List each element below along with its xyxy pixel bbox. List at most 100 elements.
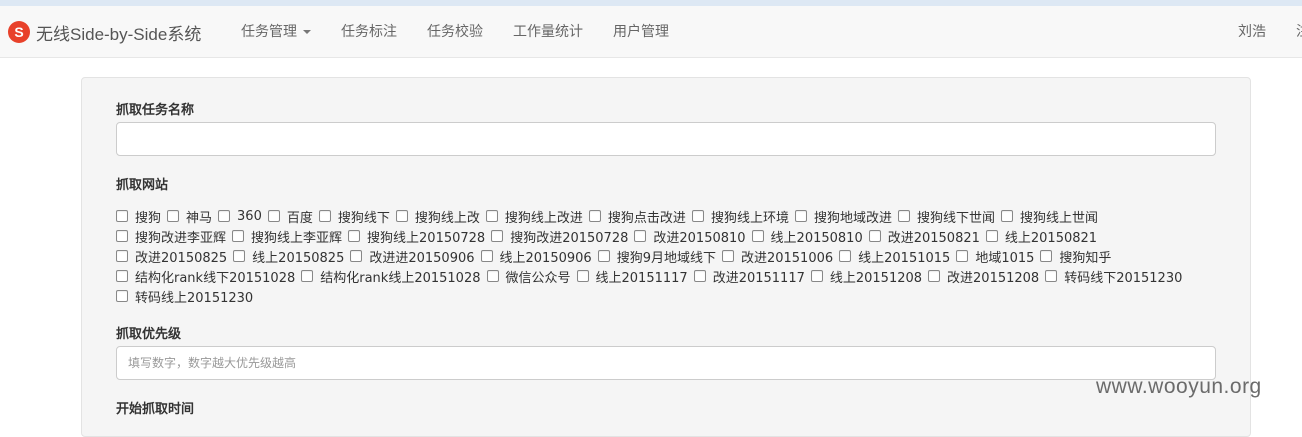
sites-row-1: 搜狗 神马 360 百度 搜狗线下 搜狗线上改 搜狗线上改进 搜狗点击改进 搜狗… bbox=[116, 206, 1104, 226]
site-checkbox[interactable]: 结构化rank线上20151028 bbox=[301, 267, 481, 286]
site-checkbox[interactable]: 线上20150810 bbox=[751, 227, 863, 246]
site-checkbox[interactable]: 搜狗9月地域线下 bbox=[597, 247, 716, 266]
nav-task-verification[interactable]: 任务校验 bbox=[427, 6, 483, 58]
site-checkbox[interactable]: 搜狗 bbox=[116, 207, 161, 226]
checkbox-icon[interactable] bbox=[395, 210, 408, 222]
site-checkbox[interactable]: 转码线上20151230 bbox=[116, 287, 253, 306]
checkbox-icon[interactable] bbox=[486, 270, 499, 282]
checkbox-icon[interactable] bbox=[928, 270, 941, 282]
site-checkbox[interactable]: 线上20150821 bbox=[985, 227, 1097, 246]
checkbox-icon[interactable] bbox=[233, 250, 246, 262]
checkbox-icon[interactable] bbox=[116, 210, 128, 222]
site-label: 搜狗点击改进 bbox=[607, 210, 686, 226]
checkbox-icon[interactable] bbox=[810, 270, 823, 282]
checkbox-icon[interactable] bbox=[634, 230, 647, 242]
site-checkbox[interactable]: 搜狗线上环境 bbox=[691, 207, 789, 226]
checkbox-icon[interactable] bbox=[794, 210, 807, 222]
site-label: 神马 bbox=[186, 210, 213, 226]
checkbox-icon[interactable] bbox=[491, 230, 504, 242]
nav-task-annotation[interactable]: 任务标注 bbox=[341, 6, 397, 58]
checkbox-icon[interactable] bbox=[1045, 270, 1058, 282]
site-checkbox[interactable]: 线上20150825 bbox=[233, 247, 344, 266]
nav-user-management[interactable]: 用户管理 bbox=[613, 6, 669, 58]
site-checkbox[interactable]: 搜狗知乎 bbox=[1040, 247, 1111, 266]
site-label: 改进20150810 bbox=[653, 230, 746, 246]
site-checkbox[interactable]: 搜狗线上改 bbox=[395, 207, 480, 226]
checkbox-icon[interactable] bbox=[485, 210, 498, 222]
site-label: 结构化rank线下20151028 bbox=[135, 270, 296, 286]
checkbox-icon[interactable] bbox=[350, 250, 363, 262]
site-checkbox[interactable]: 线上20151208 bbox=[810, 267, 923, 286]
checkbox-icon[interactable] bbox=[218, 210, 231, 222]
priority-input[interactable]: 填写数字，数字越大优先级越高 bbox=[116, 346, 1216, 380]
checkbox-icon[interactable] bbox=[839, 250, 852, 262]
site-checkbox[interactable]: 搜狗点击改进 bbox=[588, 207, 686, 226]
sites-row-2: 搜狗改进李亚辉 搜狗线上李亚辉 搜狗线上20150728 搜狗改进2015072… bbox=[116, 226, 1103, 246]
site-checkbox[interactable]: 搜狗改进李亚辉 bbox=[116, 227, 226, 246]
site-checkbox[interactable]: 微信公众号 bbox=[486, 267, 571, 286]
site-checkbox[interactable]: 改进20150825 bbox=[116, 247, 227, 266]
checkbox-icon[interactable] bbox=[318, 210, 331, 222]
site-checkbox[interactable]: 神马 bbox=[167, 207, 212, 226]
site-checkbox[interactable]: 结构化rank线下20151028 bbox=[116, 267, 295, 286]
checkbox-icon[interactable] bbox=[116, 270, 128, 282]
task-name-input[interactable] bbox=[116, 122, 1216, 156]
site-checkbox[interactable]: 线上20151015 bbox=[839, 247, 950, 266]
nav-task-management[interactable]: 任务管理 bbox=[241, 6, 311, 58]
checkbox-icon[interactable] bbox=[691, 210, 704, 222]
checkbox-icon[interactable] bbox=[232, 230, 245, 242]
site-checkbox[interactable]: 线上20150906 bbox=[480, 247, 592, 266]
site-label: 改进20151117 bbox=[712, 270, 805, 286]
checkbox-icon[interactable] bbox=[301, 270, 314, 282]
checkbox-icon[interactable] bbox=[721, 250, 734, 262]
site-checkbox[interactable]: 搜狗线上20150728 bbox=[348, 227, 485, 246]
checkbox-icon[interactable] bbox=[480, 250, 493, 262]
site-checkbox[interactable]: 改进20151117 bbox=[693, 267, 805, 286]
checkbox-icon[interactable] bbox=[1000, 210, 1013, 222]
site-checkbox[interactable]: 搜狗地域改进 bbox=[794, 207, 892, 226]
site-checkbox[interactable]: 搜狗线下 bbox=[318, 207, 390, 226]
site-label: 搜狗改进李亚辉 bbox=[135, 230, 227, 246]
site-checkbox[interactable]: 百度 bbox=[267, 207, 313, 226]
brand[interactable]: S 无线Side-by-Side系统 bbox=[8, 6, 201, 58]
site-checkbox[interactable]: 改进20151006 bbox=[721, 247, 833, 266]
checkbox-icon[interactable] bbox=[597, 250, 610, 262]
site-checkbox[interactable]: 搜狗线上改进 bbox=[485, 207, 583, 226]
checkbox-icon[interactable] bbox=[588, 210, 601, 222]
checkbox-icon[interactable] bbox=[576, 270, 589, 282]
site-checkbox[interactable]: 转码线下20151230 bbox=[1045, 267, 1182, 286]
checkbox-icon[interactable] bbox=[985, 230, 998, 242]
site-label: 转码线下20151230 bbox=[1064, 270, 1183, 286]
site-label: 线上20151208 bbox=[829, 270, 923, 286]
site-checkbox[interactable]: 搜狗线下世闻 bbox=[897, 207, 995, 226]
checkbox-icon[interactable] bbox=[751, 230, 764, 242]
nav-workload-stats[interactable]: 工作量统计 bbox=[513, 6, 583, 58]
site-checkbox[interactable]: 改进20150810 bbox=[634, 227, 746, 246]
site-checkbox[interactable]: 改进进20150906 bbox=[350, 247, 475, 266]
site-checkbox[interactable]: 改进20150821 bbox=[868, 227, 980, 246]
checkbox-icon[interactable] bbox=[116, 250, 128, 262]
site-checkbox[interactable]: 改进20151208 bbox=[928, 267, 1039, 286]
checkbox-icon[interactable] bbox=[116, 290, 128, 302]
checkbox-icon[interactable] bbox=[897, 210, 910, 222]
checkbox-icon[interactable] bbox=[267, 210, 280, 222]
site-checkbox[interactable]: 线上20151117 bbox=[576, 267, 688, 286]
nav-user-name[interactable]: 刘浩 bbox=[1238, 6, 1266, 58]
checkbox-icon[interactable] bbox=[956, 250, 969, 262]
site-label: 微信公众号 bbox=[505, 270, 571, 286]
checkbox-icon[interactable] bbox=[167, 210, 180, 222]
site-checkbox[interactable]: 搜狗线上世闻 bbox=[1000, 207, 1098, 226]
checkbox-icon[interactable] bbox=[868, 230, 881, 242]
checkbox-icon[interactable] bbox=[693, 270, 706, 282]
site-checkbox[interactable]: 360 bbox=[218, 209, 262, 224]
site-checkbox[interactable]: 搜狗线上李亚辉 bbox=[232, 227, 342, 246]
site-label: 线上20150810 bbox=[770, 230, 863, 246]
site-checkbox[interactable]: 地域1015 bbox=[956, 247, 1034, 266]
nav-user-extra[interactable]: 注 bbox=[1296, 6, 1302, 58]
site-label: 搜狗线上改 bbox=[414, 210, 480, 226]
checkbox-icon[interactable] bbox=[1040, 250, 1053, 262]
checkbox-icon[interactable] bbox=[348, 230, 361, 242]
site-checkbox[interactable]: 搜狗改进20150728 bbox=[491, 227, 628, 246]
site-label: 搜狗9月地域线下 bbox=[616, 250, 716, 266]
checkbox-icon[interactable] bbox=[116, 230, 128, 242]
